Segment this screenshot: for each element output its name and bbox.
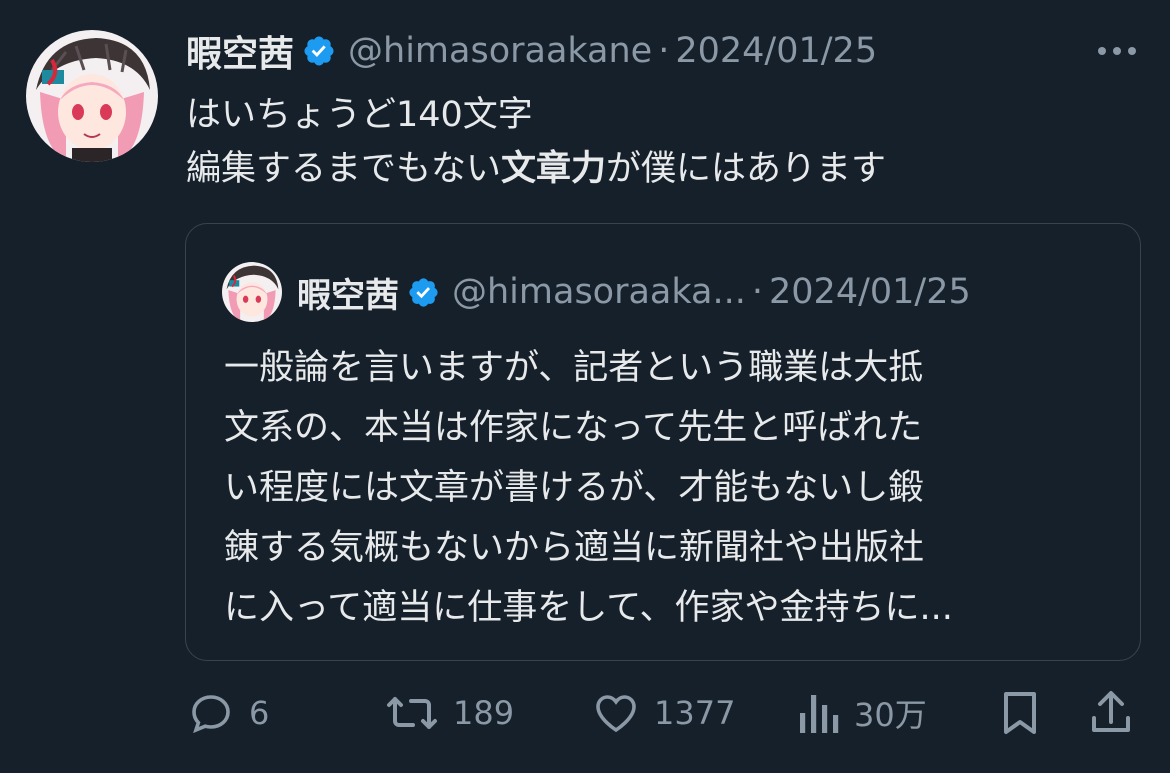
author-handle[interactable]: @himasoraakane [348,31,652,71]
tweet-text: はいちょうど140文字 編集するまでもない文章力が僕にはあります [186,88,886,196]
retweet-button[interactable]: 189 [385,683,514,743]
quoted-text-line: 一般論を言いますが、記者という職業は大抵 [224,348,924,388]
views-button[interactable]: 30万 [796,683,927,743]
reply-icon [192,695,230,734]
tweet-text-line-1: はいちょうど140文字 [186,95,533,135]
bookmark-icon [1004,692,1036,734]
avatar-image [26,30,158,162]
quoted-tweet-header: 暇空茜 @himasoraaka... · 2024/01/25 [297,264,971,320]
tweet-date[interactable]: 2024/01/25 [675,31,877,71]
separator-dot: · [751,272,764,312]
avatar-image [222,262,282,322]
tweet-text-segment: が僕にはあります [606,149,887,189]
separator-dot: · [658,31,670,71]
quoted-date: 2024/01/25 [769,272,971,312]
like-count: 1377 [654,694,736,732]
quoted-text-line: 錬する気概もないから適当に新聞社や出版社 [224,528,925,568]
tweet-text-bold: 文章力 [501,149,607,189]
views-count: 30万 [854,696,927,734]
more-options-icon[interactable] [1094,34,1140,68]
like-icon [596,695,636,733]
quoted-display-name: 暇空茜 [297,275,399,316]
bookmark-button[interactable] [998,683,1042,743]
verified-badge-icon [304,36,334,66]
quoted-text-line: い程度には文章が書けるが、才能もないし鍛 [224,468,924,508]
tweet-text-line-2: 編集するまでもない文章力が僕にはあります [186,142,886,196]
action-bar: 6 189 1377 30万 [0,683,1170,743]
share-icon [1092,691,1130,732]
like-button[interactable]: 1377 [592,683,735,743]
share-button[interactable] [1088,683,1134,743]
tweet-text-segment: 編集するまでもない [186,149,502,189]
reply-count: 6 [249,694,270,732]
display-name[interactable]: 暇空茜 [186,25,294,77]
author-avatar[interactable] [26,30,158,162]
verified-badge-icon [409,277,438,307]
quoted-tweet-text: 一般論を言いますが、記者という職業は大抵 文系の、本当は作家になって先生と呼ばれ… [224,338,1104,638]
tweet-header: 暇空茜 @himasoraakane · 2024/01/25 [186,22,877,80]
views-icon [800,695,839,733]
retweet-count: 189 [453,694,515,732]
quoted-text-line: 文系の、本当は作家になって先生と呼ばれた [224,408,923,448]
reply-button[interactable]: 6 [187,683,269,743]
quoted-handle: @himasoraaka... [452,272,746,312]
quoted-author-avatar [222,262,282,322]
quoted-text-line: に入って適当に仕事をして、作家や金持ちに... [224,588,953,628]
retweet-icon [387,697,437,729]
